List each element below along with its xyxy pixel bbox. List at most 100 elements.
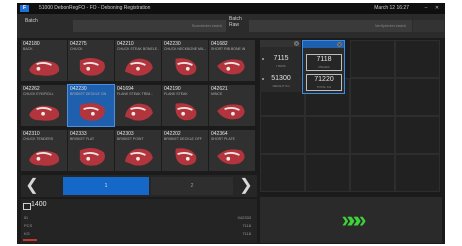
product-tile[interactable]: 042230 CHUCK NECKBONE MIL...: [162, 40, 208, 81]
stat-unit: TOTAL KG: [316, 85, 332, 89]
empty-slot[interactable]: [395, 78, 440, 116]
batch-field-placeholder: Scan/enter batch: [191, 23, 222, 28]
stat-value: 51300: [271, 75, 291, 82]
summary-key: KG: [24, 231, 30, 236]
summary-title: 1400: [31, 201, 47, 208]
meat-cut-image: [29, 105, 60, 121]
product-grid: 042180 BACK 042275 CHUCK 042210 CHUCK STEAK B…: [21, 40, 257, 173]
minimize-button[interactable]: –: [421, 3, 431, 14]
meat-cut-image: [79, 58, 105, 76]
remove-item-button[interactable]: ✕: [294, 41, 299, 46]
meat-cut-image: [125, 103, 153, 121]
empty-slot[interactable]: [350, 78, 395, 116]
summary-value: 7118: [242, 231, 251, 236]
meat-cut-image: [125, 58, 153, 76]
meat-cut-image: [217, 104, 245, 120]
stat-unit: WEIGHT KG: [272, 84, 290, 88]
meat-cut-image: [175, 58, 197, 76]
product-name: CHUCK NECKBONE MIL...: [164, 47, 206, 51]
summary-row: KG 7118: [23, 231, 255, 237]
product-name: BACK: [23, 47, 33, 51]
bullet-icon: [262, 58, 264, 60]
window-title: 51000 DebonRegFO - FO - Deboning Registr…: [39, 5, 151, 11]
meat-cut-image: [125, 148, 153, 166]
scale-icon: [23, 203, 31, 210]
empty-slot[interactable]: [350, 154, 395, 192]
cart-item-header: ✕: [303, 41, 344, 48]
close-window-button[interactable]: ✕: [432, 3, 442, 14]
summary-key: PCS: [24, 223, 33, 228]
meat-cut-image: [175, 148, 197, 166]
product-tile[interactable]: 042210 CHUCK STEAK BONELE...: [115, 40, 161, 81]
batch-raw-field-placeholder: Verify/enter batch: [374, 23, 406, 28]
stat-value: 7118: [316, 56, 332, 63]
product-name: SHORT RIB BONE IN: [211, 47, 246, 51]
datetime: March 12 16:27: [374, 5, 409, 11]
scan-button[interactable]: [413, 20, 444, 32]
product-name: BRISKET FLAT: [70, 137, 95, 141]
product-name: CHUCK TENDERS: [23, 137, 54, 141]
product-tile[interactable]: 042190 FLANK STEAK: [162, 85, 208, 126]
empty-slot[interactable]: [350, 116, 395, 154]
meat-cut-image: [175, 103, 197, 121]
summary-panel: 1400 ID 042333 PCS 7118 KG 7118: [21, 199, 257, 243]
product-tile[interactable]: 042333 BRISKET FLAT: [68, 130, 114, 171]
app-window: F 51000 DebonRegFO - FO - Deboning Regis…: [17, 3, 445, 244]
app-logo-icon: F: [20, 5, 29, 12]
product-name: BRISKET DECKLE ON: [70, 92, 107, 96]
status-indicator: [23, 239, 37, 241]
empty-slot[interactable]: [260, 116, 305, 154]
empty-slot[interactable]: [350, 40, 395, 78]
product-tile[interactable]: 042303 BRISKET POINT: [115, 130, 161, 171]
meat-cut-image: [217, 149, 245, 165]
product-tile[interactable]: 042202 BRISKET DECKLE OFF: [162, 130, 208, 171]
product-tile[interactable]: 042262 CHUCK EYE/ROLL: [21, 85, 67, 126]
remove-item-button[interactable]: ✕: [337, 42, 342, 47]
previous-page-button[interactable]: ❮: [23, 177, 41, 195]
cart-stat: 71220 TOTAL KG: [306, 74, 342, 91]
meat-cut-image: [79, 103, 105, 121]
empty-slot[interactable]: [305, 116, 350, 154]
product-tile[interactable]: 041682 SHORT RIB BONE IN: [209, 40, 255, 81]
batch-label: Batch: [25, 18, 38, 24]
batch-raw-label: Batch Raw: [229, 16, 242, 28]
stat-unit: ITEMS: [276, 64, 286, 68]
product-name: FLANK STEAK: [164, 92, 188, 96]
page-1-button[interactable]: 1: [63, 177, 149, 195]
meat-cut-image: [29, 60, 60, 76]
pagination-bar: ❮ 1 2 ❯: [21, 175, 257, 197]
product-tile[interactable]: 042310 CHUCK TENDERS: [21, 130, 67, 171]
product-tile[interactable]: 042275 CHUCK: [68, 40, 114, 81]
empty-slot[interactable]: [395, 154, 440, 192]
stat-value: 7115: [273, 55, 289, 62]
cart-stat: 7118 PIECES: [306, 54, 342, 71]
cart-stat: 7115 ITEMS: [264, 54, 298, 69]
registration-panel: ✕ ✕ 7115 ITEMS 7118 PIECES 51300 WEIGHT KG 71220…: [260, 40, 442, 195]
stat-unit: PIECES: [318, 65, 330, 69]
toolbar: Batch Scan/enter batch Batch Raw Verify/…: [17, 14, 445, 38]
cart-stat: 51300 WEIGHT KG: [264, 74, 298, 89]
product-name: BRISKET DECKLE OFF: [164, 137, 202, 141]
empty-slot[interactable]: [395, 40, 440, 78]
title-bar: F 51000 DebonRegFO - FO - Deboning Regis…: [17, 3, 445, 14]
batch-raw-field[interactable]: Verify/enter batch: [249, 20, 412, 32]
summary-row: ID 042333: [23, 215, 255, 221]
product-tile[interactable]: 042230 BRISKET DECKLE ON: [67, 84, 115, 127]
empty-slot[interactable]: [395, 116, 440, 154]
meat-cut-image: [29, 150, 60, 166]
stat-value: 71220: [314, 76, 334, 83]
product-name: MINCE: [211, 92, 223, 96]
product-tile[interactable]: 041694 FLANK STEAK TRIM...: [115, 85, 161, 126]
product-name: CHUCK STEAK BONELE...: [117, 47, 159, 51]
product-name: CHUCK EYE/ROLL: [23, 92, 54, 96]
empty-slot[interactable]: [260, 154, 305, 192]
confirm-button[interactable]: »»»: [260, 197, 442, 243]
product-tile[interactable]: 042364 SHORT PLATE: [209, 130, 255, 171]
next-page-button[interactable]: ❯: [237, 177, 255, 195]
empty-slot[interactable]: [305, 154, 350, 192]
batch-field[interactable]: Scan/enter batch: [73, 20, 226, 32]
product-tile[interactable]: 042621 MINCE: [209, 85, 255, 126]
page-2-button[interactable]: 2: [151, 177, 233, 195]
product-tile[interactable]: 042180 BACK: [21, 40, 67, 81]
product-name: CHUCK: [70, 47, 83, 51]
